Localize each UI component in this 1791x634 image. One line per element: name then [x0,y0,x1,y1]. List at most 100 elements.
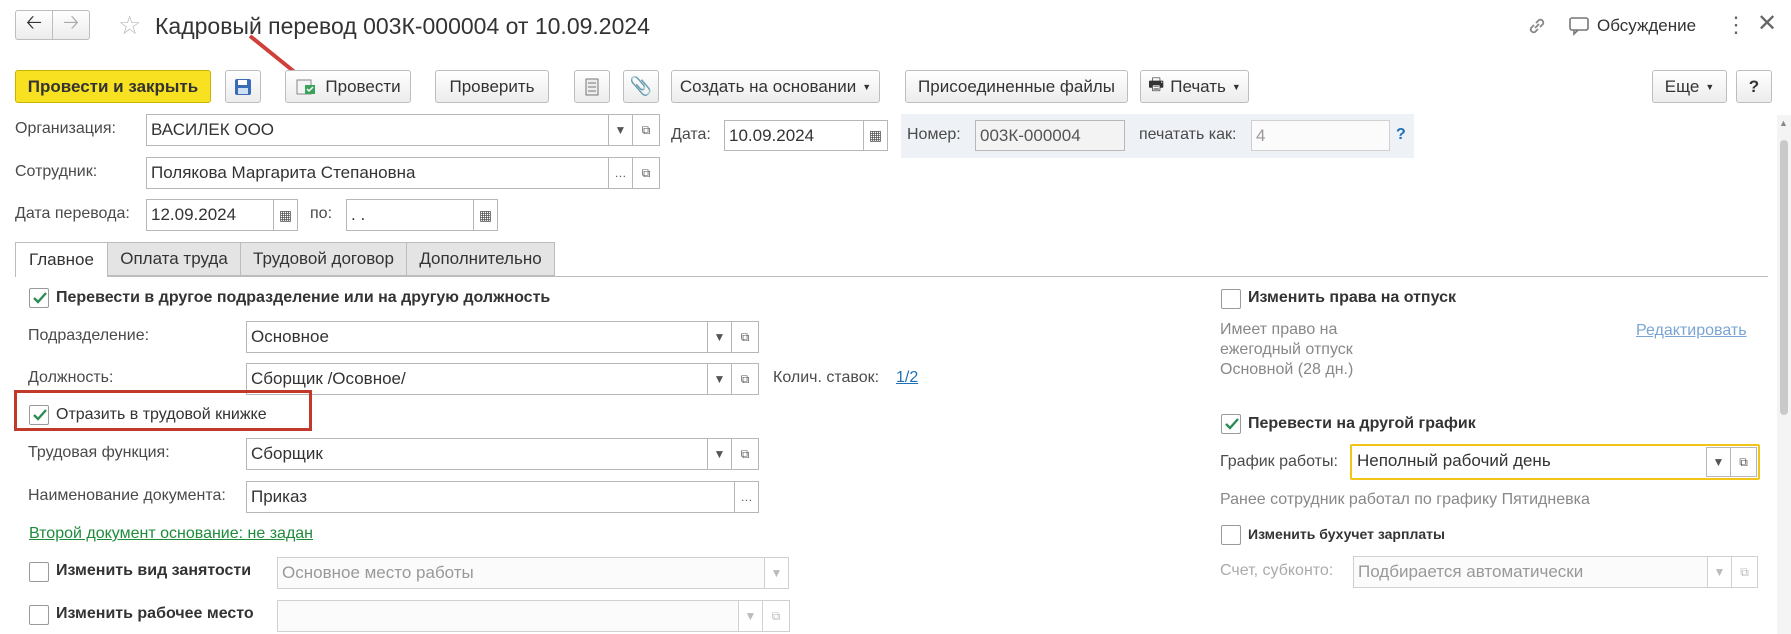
workplace-checkbox[interactable] [29,605,49,625]
tab-additional[interactable]: Дополнительно [406,242,555,276]
org-open-button[interactable]: ⧉ [632,114,660,146]
calendar-icon: ▦ [478,206,493,223]
print-button[interactable]: 🖶 Печать ▼ [1140,70,1249,103]
labor-function-dropdown-button[interactable]: ▼ [707,438,732,470]
workplace-field[interactable] [277,600,739,632]
date-label: Дата: [671,126,711,143]
more-vertical-icon[interactable]: ⋮ [1725,14,1747,36]
employment-type-field[interactable]: Основное место работы [277,557,765,589]
rates-link[interactable]: 1/2 [896,368,918,388]
position-label: Должность: [28,369,114,386]
link-icon[interactable] [1526,15,1548,42]
employee-open-button[interactable]: ⧉ [632,157,660,189]
schedule-checkbox[interactable] [1221,414,1241,434]
vacation-checkbox[interactable] [1221,289,1241,309]
position-open-button[interactable]: ⧉ [731,363,759,395]
org-field[interactable]: ВАСИЛЕК ООО [146,114,609,146]
doc-name-select-button[interactable]: … [734,481,759,513]
save-button[interactable] [225,70,261,103]
print-as-label: печатать как: [1139,126,1237,143]
printer-icon: 🖶 [1148,75,1165,94]
employment-type-dropdown-button[interactable]: ▼ [764,557,789,589]
employee-field[interactable]: Полякова Маргарита Степановна [146,157,609,189]
open-icon: ⧉ [740,446,750,461]
labor-function-open-button[interactable]: ⧉ [731,438,759,470]
open-icon: ⧉ [740,329,750,344]
transfer-checkbox-label: Перевести в другое подразделение или на … [56,289,551,306]
discussion-icon[interactable] [1568,16,1590,41]
labor-function-label: Трудовая функция: [28,444,170,461]
discussion-link[interactable]: Обсуждение [1597,16,1696,36]
schedule-dropdown-button[interactable]: ▼ [1706,447,1731,477]
help-button[interactable]: ? [1736,70,1772,103]
second-doc-link[interactable]: Второй документ основание: не задан [29,524,313,544]
open-icon: ⧉ [641,165,651,180]
create-based-on-label: Создать на основании [679,76,857,96]
number-field[interactable]: 003К-000004 [975,120,1125,151]
favorite-star-icon[interactable]: ☆ [118,12,141,38]
org-label: Организация: [15,120,116,137]
close-icon[interactable]: ✕ [1757,12,1777,36]
employment-type-checkbox[interactable] [29,562,49,582]
forward-button[interactable]: 🡢 [52,10,90,40]
create-based-on-button[interactable]: Создать на основании ▼ [671,70,880,103]
scrollbar-thumb[interactable] [1780,140,1788,415]
to-calendar-button[interactable]: ▦ [473,199,498,231]
account-dropdown-button[interactable]: ▼ [1707,556,1732,588]
tab-panel-border [15,276,1768,277]
back-button[interactable]: 🡠 [15,10,53,40]
post-button-label: Провести [325,76,401,96]
dept-open-button[interactable]: ⧉ [731,321,759,353]
attached-files-button[interactable]: Присоединенные файлы [905,70,1128,103]
workplace-label: Изменить рабочее место [56,605,254,622]
to-label: по: [310,205,333,222]
labor-function-field[interactable]: Сборщик [246,438,708,470]
workplace-open-button[interactable]: ⧉ [762,600,790,632]
workbook-checkbox[interactable] [29,405,49,425]
post-button[interactable]: Провести [285,70,411,103]
rates-label: Колич. ставок: [773,369,880,386]
dept-field[interactable]: Основное [246,321,708,353]
doc-name-field[interactable]: Приказ [246,481,735,513]
employee-label: Сотрудник: [15,163,98,180]
tab-labor-contract[interactable]: Трудовой договор [240,242,407,276]
tab-main[interactable]: Главное [15,242,108,277]
account-label: Счет, субконто: [1220,562,1334,579]
schedule-field[interactable]: Неполный рабочий день [1353,447,1708,477]
tab-payment[interactable]: Оплата труда [107,242,241,276]
open-icon: ⧉ [771,608,781,623]
to-date-field[interactable]: . . [346,199,474,231]
open-icon: ⧉ [1739,454,1748,469]
position-dropdown-button[interactable]: ▼ [707,363,732,395]
workplace-dropdown-button[interactable]: ▼ [738,600,763,632]
accounting-checkbox[interactable] [1221,525,1241,545]
dropdown-arrow-icon: ▼ [1705,81,1715,92]
scrollbar-up-arrow[interactable]: ▲ [1779,118,1788,128]
org-dropdown-button[interactable]: ▼ [608,114,633,146]
attach-button[interactable]: 📎 [623,70,659,103]
transfer-date-field[interactable]: 12.09.2024 [146,199,274,231]
account-field[interactable]: Подбирается автоматически [1353,556,1708,588]
transfer-checkbox[interactable] [29,288,49,308]
transfer-calendar-button[interactable]: ▦ [273,199,298,231]
post-and-close-button[interactable]: Провести и закрыть [15,70,211,103]
date-field[interactable]: 10.09.2024 [724,120,864,151]
employee-select-button[interactable]: … [608,157,633,189]
position-field[interactable]: Сборщик /Осовное/ [246,363,708,395]
dept-dropdown-button[interactable]: ▼ [707,321,732,353]
calendar-button[interactable]: ▦ [863,120,888,151]
dropdown-arrow-icon: ▼ [1231,81,1241,92]
account-open-button[interactable]: ⧉ [1731,556,1758,588]
vacation-checkbox-label: Изменить права на отпуск [1248,289,1456,306]
check-button[interactable]: Проверить [435,70,549,103]
schedule-open-button[interactable]: ⧉ [1730,447,1757,477]
arrow-right-icon: 🡢 [62,12,80,34]
schedule-info: Ранее сотрудник работал по графику Пятид… [1220,491,1590,508]
arrow-left-icon: 🡠 [25,12,43,34]
print-as-help-link[interactable]: ? [1396,125,1406,145]
schedule-checkbox-label: Перевести на другой график [1248,415,1476,432]
vacation-edit-link[interactable]: Редактировать [1636,321,1747,341]
journal-button[interactable] [574,70,610,103]
print-as-field[interactable]: 4 [1251,120,1390,151]
more-button[interactable]: Еще ▼ [1652,70,1727,103]
